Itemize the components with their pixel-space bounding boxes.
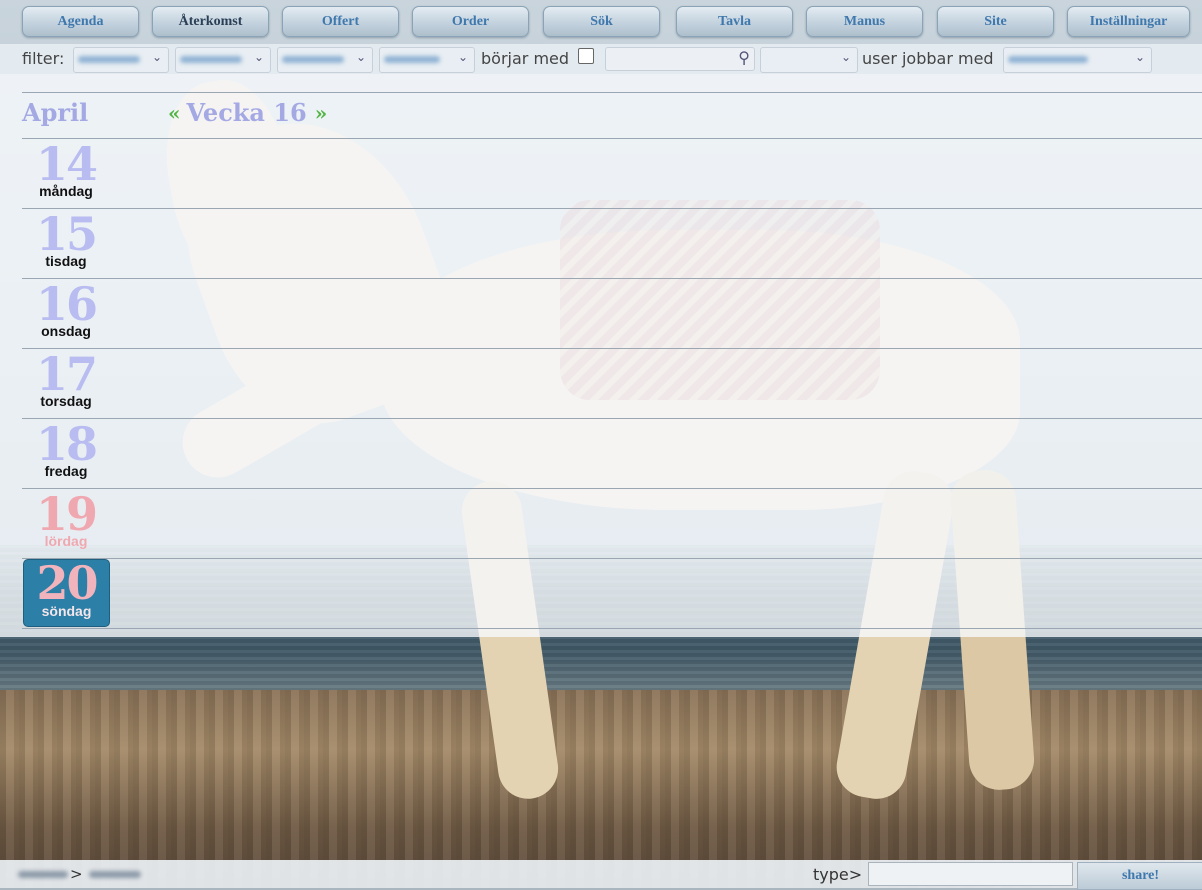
day-cell[interactable]: 17 torsdag (22, 347, 110, 417)
filter-bar: filter: ⌄ ⌄ ⌄ ⌄ börjar med ⌄ user jobbar… (0, 44, 1202, 74)
day-name: måndag (39, 183, 93, 199)
type-label: type> (813, 865, 863, 884)
share-button[interactable]: share! (1077, 862, 1202, 890)
nav-tavla-button[interactable]: Tavla (676, 6, 793, 37)
day-name: fredag (44, 463, 88, 479)
filter-select-3[interactable]: ⌄ (277, 47, 373, 73)
divider (22, 92, 1202, 93)
day-cell[interactable]: 16 onsdag (22, 277, 110, 347)
top-navigation: Agenda Återkomst Offert Order Sök Tavla … (0, 0, 1202, 44)
nav-site-button[interactable]: Site (937, 6, 1054, 37)
divider (22, 418, 1202, 419)
previous-week-arrow-icon[interactable]: « (168, 103, 180, 123)
chevron-down-icon: ⌄ (253, 50, 264, 64)
month-title: April (22, 98, 89, 127)
divider (22, 348, 1202, 349)
type-input[interactable] (868, 862, 1073, 886)
chevron-down-icon: ⌄ (457, 50, 468, 64)
day-cell[interactable]: 15 tisdag (22, 207, 110, 277)
day-name: söndag (41, 603, 92, 619)
blurred-value (180, 56, 242, 63)
calendar-panel (0, 74, 1202, 637)
nav-offert-button[interactable]: Offert (282, 6, 399, 37)
filter-select-1[interactable]: ⌄ (73, 47, 169, 73)
day-cell[interactable]: 18 fredag (22, 417, 110, 487)
divider (22, 628, 1202, 629)
day-cell-weekend[interactable]: 19 lördag (22, 487, 110, 557)
day-cell-today[interactable]: 20 söndag (23, 556, 110, 627)
nav-order-button[interactable]: Order (412, 6, 529, 37)
blurred-crumb (18, 870, 68, 878)
user-works-with-label: user jobbar med (862, 49, 994, 68)
chevron-down-icon: ⌄ (1134, 50, 1145, 64)
chevron-down-icon: ⌄ (840, 50, 851, 64)
blurred-value (1008, 56, 1088, 63)
search-input[interactable]: ⚲ (605, 47, 755, 71)
user-works-with-select[interactable]: ⌄ (1003, 47, 1152, 73)
blurred-crumb (88, 870, 141, 878)
next-week-arrow-icon[interactable]: » (315, 103, 327, 123)
nav-installningar-button[interactable]: Inställningar (1067, 6, 1190, 37)
begins-with-checkbox[interactable] (578, 48, 594, 64)
blurred-value (282, 56, 344, 63)
day-name: torsdag (40, 393, 92, 409)
nav-manus-button[interactable]: Manus (806, 6, 923, 37)
day-name: onsdag (41, 323, 91, 339)
week-label: Vecka 16 (186, 98, 307, 127)
chevron-down-icon: ⌄ (151, 50, 162, 64)
divider (22, 208, 1202, 209)
nav-agenda-button[interactable]: Agenda (22, 6, 139, 37)
day-name: lördag (44, 533, 88, 549)
nav-aterkomst-button[interactable]: Återkomst (152, 6, 269, 37)
divider (22, 138, 1202, 139)
filter-select-5[interactable]: ⌄ (760, 47, 858, 73)
filter-select-4[interactable]: ⌄ (379, 47, 475, 73)
divider (22, 278, 1202, 279)
divider (22, 558, 1202, 559)
blurred-value (384, 56, 440, 63)
blurred-value (78, 56, 140, 63)
breadcrumb: > (18, 865, 141, 883)
chevron-down-icon: ⌄ (355, 50, 366, 64)
divider (22, 488, 1202, 489)
day-cell[interactable]: 14 måndag (22, 137, 110, 207)
begins-with-label: börjar med (481, 49, 570, 68)
day-name: tisdag (45, 253, 87, 269)
filter-label: filter: (22, 49, 65, 68)
week-navigator: « Vecka 16 » (168, 98, 327, 127)
day-number: 20 (36, 556, 98, 610)
search-icon[interactable]: ⚲ (738, 48, 750, 67)
breadcrumb-separator: > (70, 865, 83, 883)
filter-select-2[interactable]: ⌄ (175, 47, 271, 73)
nav-sok-button[interactable]: Sök (543, 6, 660, 37)
